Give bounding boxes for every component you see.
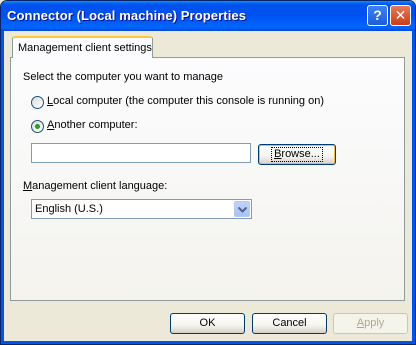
browse-button[interactable]: Browse... [258, 144, 336, 165]
window-title: Connector (Local machine) Properties [7, 8, 247, 23]
ok-button[interactable]: OK [170, 313, 245, 334]
title-bar[interactable]: Connector (Local machine) Properties ? ✕ [1, 1, 415, 31]
chevron-down-icon [238, 207, 247, 213]
local-computer-radio[interactable] [31, 96, 44, 109]
tab-management-client-settings[interactable]: Management client settings [12, 36, 153, 58]
close-button[interactable]: ✕ [390, 5, 411, 26]
local-computer-label-text: ocal computer (the computer this console… [53, 95, 324, 107]
tab-label: Management client settings [18, 42, 152, 54]
apply-button[interactable]: Apply [333, 313, 408, 334]
language-label: Management client language: [23, 180, 167, 192]
browse-label-text: rowse... [281, 148, 320, 160]
select-computer-prompt: Select the computer you want to manage [23, 71, 223, 83]
help-button[interactable]: ? [367, 5, 388, 26]
language-label-text: anagement client language: [32, 180, 168, 192]
language-select[interactable]: English (U.S.) [31, 199, 252, 219]
cancel-button[interactable]: Cancel [252, 313, 327, 334]
local-computer-label[interactable]: Local computer (the computer this consol… [47, 95, 324, 107]
close-icon: ✕ [394, 7, 407, 23]
language-select-value: English (U.S.) [35, 203, 103, 215]
browse-button-label: Browse... [271, 147, 323, 162]
tab-panel [10, 57, 405, 301]
apply-accesskey: A [356, 317, 365, 329]
another-computer-label-text: nother computer: [54, 119, 138, 131]
dropdown-button[interactable] [234, 201, 250, 217]
another-computer-radio[interactable] [31, 120, 44, 133]
help-icon: ? [373, 7, 382, 23]
radio-selected-dot [35, 124, 40, 129]
apply-label-text: pply [364, 317, 385, 329]
another-computer-label[interactable]: Another computer: [47, 119, 138, 131]
language-accesskey: M [23, 180, 33, 192]
computer-name-input[interactable] [31, 143, 251, 163]
